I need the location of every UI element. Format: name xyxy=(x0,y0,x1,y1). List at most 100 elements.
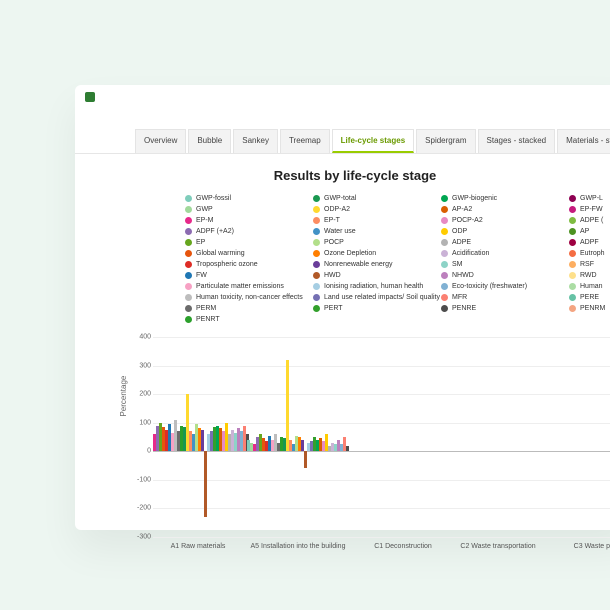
legend-item[interactable]: NHWD xyxy=(441,270,541,281)
legend-item[interactable]: MFR xyxy=(441,292,541,303)
legend-item[interactable]: GWP-total xyxy=(313,193,413,204)
bar[interactable] xyxy=(301,440,304,451)
legend-item[interactable]: PERT xyxy=(313,303,413,314)
legend-item[interactable]: Human toxicity, non-cancer effects xyxy=(185,292,285,303)
y-axis-label: Percentage xyxy=(119,376,128,417)
legend-item[interactable]: GWP-biogenic xyxy=(441,193,541,204)
legend-item[interactable]: GWP-fossil xyxy=(185,193,285,204)
legend-item[interactable]: RWD xyxy=(569,270,610,281)
legend-item[interactable]: HWD xyxy=(313,270,413,281)
legend-item[interactable]: ADPF (+A2) xyxy=(185,226,285,237)
legend-item[interactable]: Land use related impacts/ Soil quality xyxy=(313,292,413,303)
legend-swatch xyxy=(441,283,448,290)
legend-label: POCP xyxy=(324,237,344,248)
x-tick-label: C3 Waste pr xyxy=(574,543,610,550)
legend-item[interactable]: ADPE xyxy=(441,237,541,248)
legend-item[interactable]: PENRT xyxy=(185,314,285,325)
legend-item[interactable]: AP-A2 xyxy=(441,204,541,215)
legend-swatch xyxy=(441,239,448,246)
legend-item[interactable]: FW xyxy=(185,270,285,281)
legend-swatch xyxy=(313,305,320,312)
tab-stages-stacked[interactable]: Stages - stacked xyxy=(478,129,556,153)
legend-item[interactable]: EP-FW xyxy=(569,204,610,215)
tab-treemap[interactable]: Treemap xyxy=(280,129,330,153)
tab-bubble[interactable]: Bubble xyxy=(188,129,231,153)
legend-label: Tropospheric ozone xyxy=(196,259,258,270)
legend-item[interactable]: POCP-A2 xyxy=(441,215,541,226)
legend-swatch xyxy=(313,261,320,268)
legend-item[interactable]: ODP-A2 xyxy=(313,204,413,215)
legend-column: GWP-LEP-FWADPE (APADPFEutrophRSFRWDHuman… xyxy=(569,193,610,325)
legend-label: RWD xyxy=(580,270,597,281)
legend-item[interactable]: Ionising radiation, human health xyxy=(313,281,413,292)
legend-label: Acidification xyxy=(452,248,489,259)
legend-swatch xyxy=(441,272,448,279)
legend-label: GWP-biogenic xyxy=(452,193,497,204)
legend-item[interactable]: Water use xyxy=(313,226,413,237)
legend-item[interactable]: Acidification xyxy=(441,248,541,259)
app-window: OverviewBubbleSankeyTreemapLife-cycle st… xyxy=(75,85,610,530)
legend-item[interactable]: PERE xyxy=(569,292,610,303)
x-tick-label: C1 Deconstruction xyxy=(374,543,432,550)
tab-spidergram[interactable]: Spidergram xyxy=(416,129,475,153)
bar[interactable] xyxy=(346,446,349,452)
legend-label: PERM xyxy=(196,303,216,314)
legend-item[interactable]: Tropospheric ozone xyxy=(185,259,285,270)
legend-swatch xyxy=(313,195,320,202)
legend-item[interactable]: GWP-L xyxy=(569,193,610,204)
legend-item[interactable]: POCP xyxy=(313,237,413,248)
x-tick-label: C2 Waste transportation xyxy=(460,543,535,550)
legend-item[interactable]: ADPF xyxy=(569,237,610,248)
legend-label: Global warming xyxy=(196,248,245,259)
bars-region xyxy=(153,337,610,537)
legend-label: MFR xyxy=(452,292,467,303)
legend-item[interactable]: Eutroph xyxy=(569,248,610,259)
legend-item[interactable]: ODP xyxy=(441,226,541,237)
app-icon xyxy=(85,92,95,102)
tab-overview[interactable]: Overview xyxy=(135,129,186,153)
legend-label: Ionising radiation, human health xyxy=(324,281,423,292)
legend-label: Land use related impacts/ Soil quality xyxy=(324,292,440,303)
legend-item[interactable]: PENRM xyxy=(569,303,610,314)
legend-column: GWP-totalODP-A2EP-TWater usePOCPOzone De… xyxy=(313,193,413,325)
legend-swatch xyxy=(313,294,320,301)
legend-item[interactable]: PERM xyxy=(185,303,285,314)
legend-label: ADPF (+A2) xyxy=(196,226,234,237)
legend-swatch xyxy=(569,195,576,202)
tab-sankey[interactable]: Sankey xyxy=(233,129,278,153)
legend-column: GWP-biogenicAP-A2POCP-A2ODPADPEAcidifica… xyxy=(441,193,541,325)
legend-item[interactable]: GWP xyxy=(185,204,285,215)
legend-item[interactable]: Particulate matter emissions xyxy=(185,281,285,292)
legend-item[interactable]: AP xyxy=(569,226,610,237)
tab-life-cycle-stages[interactable]: Life-cycle stages xyxy=(332,129,414,153)
bar[interactable] xyxy=(286,360,289,451)
legend-item[interactable]: Global warming xyxy=(185,248,285,259)
bar[interactable] xyxy=(204,451,207,517)
legend-item[interactable]: EP-M xyxy=(185,215,285,226)
legend-item[interactable]: PENRE xyxy=(441,303,541,314)
legend-item[interactable]: Ozone Depletion xyxy=(313,248,413,259)
legend-item[interactable]: EP-T xyxy=(313,215,413,226)
legend-item[interactable]: ADPE ( xyxy=(569,215,610,226)
bar[interactable] xyxy=(201,430,204,451)
plot-area: Percentage -300-200-1000100200300400A1 R… xyxy=(153,337,610,537)
category-group xyxy=(542,337,610,537)
legend-label: PENRM xyxy=(580,303,605,314)
bar[interactable] xyxy=(304,451,307,468)
legend-item[interactable]: Human xyxy=(569,281,610,292)
legend-item[interactable]: SM xyxy=(441,259,541,270)
legend-swatch xyxy=(441,228,448,235)
legend-swatch xyxy=(569,239,576,246)
tab-materials-stacked[interactable]: Materials - stacked xyxy=(557,129,610,153)
legend-item[interactable]: Nonrenewable energy xyxy=(313,259,413,270)
y-tick-label: 100 xyxy=(131,419,151,426)
legend-label: POCP-A2 xyxy=(452,215,483,226)
y-tick-label: 400 xyxy=(131,334,151,341)
legend-item[interactable]: RSF xyxy=(569,259,610,270)
y-tick-label: 200 xyxy=(131,391,151,398)
legend-item[interactable]: EP xyxy=(185,237,285,248)
legend-swatch xyxy=(569,272,576,279)
legend-label: ADPE xyxy=(452,237,471,248)
y-tick-label: -200 xyxy=(131,505,151,512)
legend-item[interactable]: Eco-toxicity (freshwater) xyxy=(441,281,541,292)
